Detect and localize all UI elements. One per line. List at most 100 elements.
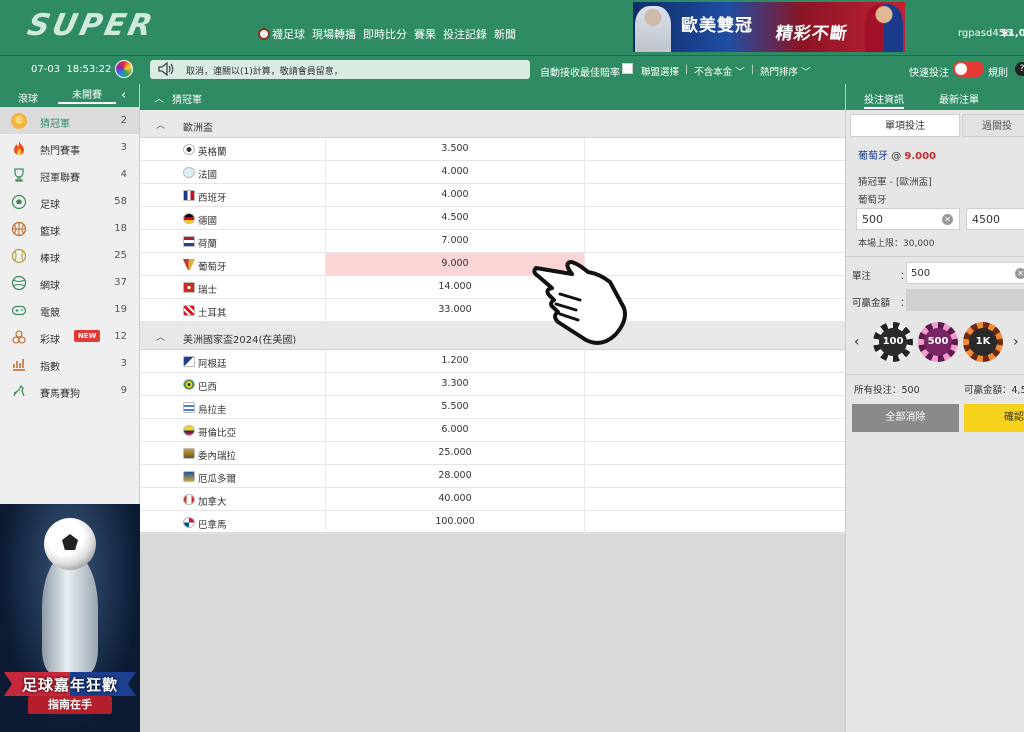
- sub-bar: 07-03 18:53:22 取消，連關以(1)計算，敬請會員留意， 自動接收最…: [0, 56, 1024, 84]
- nav-soccer[interactable]: 襪足球: [258, 26, 305, 42]
- tab-live[interactable]: 滾球: [18, 90, 38, 105]
- single-bet-label: 單注: [852, 271, 872, 282]
- table-row: 巴拿馬 100.000: [140, 511, 845, 534]
- rules-link[interactable]: 規則: [988, 64, 1008, 79]
- top-bar: SUPER 襪足球 現場轉播 即時比分 賽果 投注記錄 新聞 歐美雙冠 精彩不斷…: [0, 0, 1024, 56]
- bet-limit: 本場上限：30,000: [858, 239, 935, 249]
- single-bet-tab[interactable]: 單項投注: [850, 114, 960, 137]
- selection-name: 葡萄牙: [858, 195, 887, 206]
- sidebar-item-hot[interactable]: 熱門賽事 3: [0, 134, 139, 161]
- quick-bet-label: 快速投注: [909, 68, 949, 79]
- sidebar-item-tennis[interactable]: 網球 37: [0, 269, 139, 296]
- chevron-left-icon[interactable]: ‹: [854, 334, 860, 350]
- theme-color-icon[interactable]: [115, 60, 133, 78]
- balance: $1,0: [1001, 28, 1024, 39]
- chip-1k[interactable]: 1K: [963, 322, 1003, 362]
- at-sign: @: [891, 151, 902, 162]
- odds-cell[interactable]: 6.000: [325, 419, 585, 441]
- odds-cell[interactable]: 3.300: [325, 373, 585, 395]
- odds-panel: ︿ 猜冠軍 ︿ 歐洲盃 英格蘭 3.500 法國 4.000 西班牙 4.000 德國…: [140, 84, 845, 534]
- selection-team: 葡萄牙: [858, 151, 888, 162]
- sidebar-item-outright[interactable]: 猜冠軍 2: [0, 107, 139, 134]
- clear-icon[interactable]: ✕: [942, 214, 953, 225]
- chevron-left-icon[interactable]: ‹: [121, 88, 126, 103]
- table-row: 法國 4.000: [140, 161, 845, 184]
- odds-cell[interactable]: 7.000: [325, 230, 585, 252]
- clear-icon[interactable]: ✕: [1015, 268, 1024, 279]
- chevron-right-icon[interactable]: ›: [1013, 334, 1019, 350]
- chevron-up-icon[interactable]: ︿: [156, 118, 165, 131]
- flag-icon: [183, 236, 195, 247]
- selection-market: 猜冠軍 - [歐洲盃]: [858, 177, 932, 188]
- table-row: 英格蘭 3.500: [140, 138, 845, 161]
- sidebar-item-champions[interactable]: 冠軍聯賽 4: [0, 161, 139, 188]
- stake-input[interactable]: 500 ✕: [856, 208, 960, 230]
- odds-cell[interactable]: 3.500: [325, 138, 585, 160]
- sidebar-item-racing[interactable]: 賽馬賽狗 9: [0, 377, 139, 404]
- speaker-icon: [158, 62, 174, 76]
- sidebar-item-index[interactable]: 指數 3: [0, 350, 139, 377]
- basketball-icon: [11, 221, 27, 237]
- trophy-image: [42, 554, 98, 674]
- sidebar-item-basketball[interactable]: 籃球 18: [0, 215, 139, 242]
- nav-results[interactable]: 賽果: [414, 26, 436, 42]
- flag-icon: [183, 305, 195, 316]
- league-header-euro[interactable]: ︿ 歐洲盃: [140, 110, 845, 138]
- flag-icon: [183, 167, 195, 178]
- sort-dropdown[interactable]: 熱門排序 ﹀: [760, 64, 811, 78]
- nav-bet-history[interactable]: 投注記錄: [443, 26, 487, 42]
- principal-dropdown[interactable]: 不含本金 ﹀: [694, 64, 745, 78]
- parlay-tab[interactable]: 過關投: [962, 114, 1024, 137]
- sidebar-item-soccer[interactable]: 足球 58: [0, 188, 139, 215]
- to-win-input[interactable]: 4500: [966, 208, 1024, 230]
- auto-accept-checkbox[interactable]: [622, 63, 633, 74]
- soccer-icon: [11, 194, 27, 210]
- single-bet-input[interactable]: 500 ✕: [906, 262, 1024, 284]
- top-nav: 襪足球 現場轉播 即時比分 賽果 投注記錄 新聞: [258, 26, 516, 42]
- datetime: 07-03 18:53:22: [31, 64, 112, 75]
- odds-cell[interactable]: 28.000: [325, 465, 585, 487]
- odds-cell[interactable]: 5.500: [325, 396, 585, 418]
- tab-bet-info[interactable]: 投注資訊: [864, 91, 904, 109]
- sidebar-item-esports[interactable]: 電競 19: [0, 296, 139, 323]
- total-bet: 所有投注：500: [854, 385, 920, 396]
- flag-icon: [183, 282, 195, 293]
- promo-banner[interactable]: 足球嘉年狂歡 指南在手: [0, 504, 140, 732]
- odds-cell[interactable]: 25.000: [325, 442, 585, 464]
- header-banner[interactable]: 歐美雙冠 精彩不斷: [633, 2, 905, 52]
- odds-cell[interactable]: 4.000: [325, 184, 585, 206]
- nav-news[interactable]: 新聞: [494, 26, 516, 42]
- tab-latest-bets[interactable]: 最新注單: [939, 91, 979, 106]
- chevron-up-icon[interactable]: ︿: [154, 90, 164, 105]
- logo[interactable]: SUPER: [24, 8, 158, 43]
- odds-cell[interactable]: 1.200: [325, 350, 585, 372]
- odds-cell[interactable]: 40.000: [325, 488, 585, 510]
- odds-cell[interactable]: 4.500: [325, 207, 585, 229]
- table-row: 德國 4.500: [140, 207, 845, 230]
- odds-cell[interactable]: 4.000: [325, 161, 585, 183]
- table-row: 厄瓜多爾 28.000: [140, 465, 845, 488]
- sidebar-item-lottery[interactable]: 彩球 NEW 12: [0, 323, 139, 350]
- clear-all-button[interactable]: 全部消除: [852, 404, 959, 432]
- chevron-up-icon[interactable]: ︿: [156, 330, 165, 343]
- winnable-field: [906, 289, 1024, 311]
- table-row: 西班牙 4.000: [140, 184, 845, 207]
- divider: [846, 256, 1024, 257]
- quick-bet-toggle[interactable]: [953, 61, 984, 77]
- nav-live-score[interactable]: 即時比分: [363, 26, 407, 42]
- flag-icon: [183, 471, 195, 482]
- odds-cell[interactable]: 100.000: [325, 511, 585, 533]
- nav-live-stream[interactable]: 現場轉播: [312, 26, 356, 42]
- panel-header[interactable]: ︿ 猜冠軍: [140, 84, 845, 110]
- league-select-button[interactable]: 聯盟選擇: [641, 64, 679, 78]
- flag-icon: [183, 356, 195, 367]
- help-icon[interactable]: ?: [1015, 62, 1024, 76]
- filter-divider: |: [750, 64, 754, 75]
- sidebar-item-baseball[interactable]: 棒球 25: [0, 242, 139, 269]
- chip-100[interactable]: 100: [873, 322, 913, 362]
- chip-500[interactable]: 500: [918, 322, 958, 362]
- tab-prematch[interactable]: 未開賽: [58, 88, 116, 104]
- table-row: 阿根廷 1.200: [140, 350, 845, 373]
- league-header-copa[interactable]: ︿ 美洲國家盃2024(在美國): [140, 322, 845, 350]
- confirm-bet-button[interactable]: 確認下: [964, 404, 1024, 432]
